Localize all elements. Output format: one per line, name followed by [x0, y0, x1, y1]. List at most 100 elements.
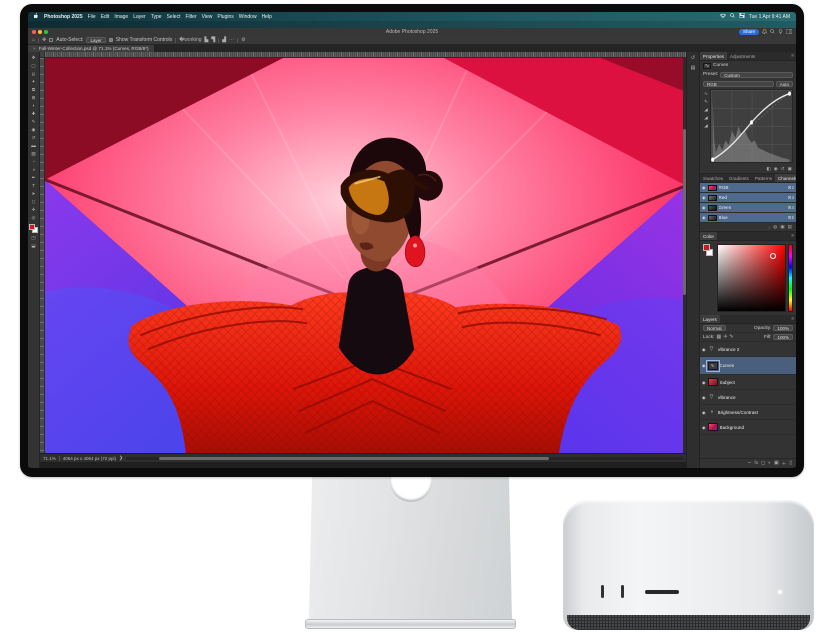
- layer-name[interactable]: Background: [720, 425, 795, 430]
- distribute-icon[interactable]: ▟: [222, 38, 226, 43]
- layer-row-curves[interactable]: ◉ ∿ Curves: [700, 357, 796, 375]
- tab-layers[interactable]: Layers: [700, 315, 720, 323]
- history-panel-icon[interactable]: ↺: [691, 55, 695, 61]
- tab-adjustments[interactable]: Adjustments: [727, 52, 758, 60]
- 3d-mode-gear-icon[interactable]: ⚙: [241, 38, 245, 43]
- menu-item-type[interactable]: Type: [151, 14, 162, 20]
- clip-to-layer-icon[interactable]: ◧: [766, 166, 770, 172]
- add-mask-icon[interactable]: ◻: [761, 461, 765, 466]
- tab-gradients[interactable]: Gradients: [726, 174, 752, 182]
- share-button[interactable]: Share: [739, 29, 759, 35]
- brush-tool[interactable]: ✎: [29, 118, 39, 125]
- pen-tool[interactable]: ✒: [29, 174, 39, 181]
- auto-button[interactable]: Auto: [776, 81, 793, 87]
- layer-name[interactable]: Subject: [720, 380, 795, 385]
- crop-tool[interactable]: ⧉: [29, 86, 39, 93]
- blur-tool[interactable]: ◔: [29, 158, 39, 165]
- curves-layer-thumbnail[interactable]: ∿: [708, 362, 718, 370]
- hue-slider[interactable]: [788, 244, 793, 312]
- reset-adjustment-icon[interactable]: ↺: [781, 166, 785, 172]
- auto-select-checkbox[interactable]: [49, 38, 53, 42]
- channel-row-green[interactable]: ◉ Green ⌘4: [700, 203, 796, 213]
- lock-paint-icon[interactable]: ✎: [729, 335, 733, 340]
- document-tab[interactable]: × Fall-Winter-Collection.psd @ 71.1% (Cu…: [28, 45, 155, 52]
- lasso-tool[interactable]: ϱ: [29, 70, 39, 77]
- curve-point-tool-icon[interactable]: ∿: [704, 91, 708, 97]
- tab-channels[interactable]: Channels: [775, 174, 796, 182]
- frame-tool[interactable]: ⊞: [29, 94, 39, 101]
- horizontal-scrollbar[interactable]: [126, 457, 683, 460]
- delete-channel-icon[interactable]: ▤: [788, 224, 792, 230]
- tab-properties[interactable]: Properties: [700, 52, 727, 60]
- control-center-icon[interactable]: [739, 13, 745, 20]
- gray-point-eyedropper-icon[interactable]: ◢: [704, 115, 707, 121]
- dodge-tool[interactable]: ◑: [29, 166, 39, 173]
- home-icon[interactable]: ⌂: [32, 38, 35, 43]
- menu-item-view[interactable]: View: [202, 14, 213, 20]
- visibility-eye-icon[interactable]: ◉: [702, 425, 706, 430]
- visibility-eye-icon[interactable]: ◉: [702, 363, 706, 368]
- menu-item-image[interactable]: Image: [114, 14, 128, 20]
- menu-item-help[interactable]: Help: [262, 14, 272, 20]
- tab-swatches[interactable]: Swatches: [700, 174, 726, 182]
- wifi-icon[interactable]: [720, 13, 726, 20]
- notifications-bell-icon[interactable]: [762, 29, 767, 36]
- layer-thumbnail[interactable]: [708, 378, 718, 386]
- saturation-square[interactable]: [717, 244, 786, 312]
- screen-mode-icon[interactable]: ⬓: [29, 242, 39, 249]
- save-selection-icon[interactable]: ◍: [773, 224, 777, 230]
- layer-name[interactable]: Vibrance: [718, 395, 795, 400]
- layer-row-background[interactable]: ◉ Background: [700, 420, 796, 435]
- zoom-tool[interactable]: ◎: [29, 214, 39, 221]
- channel-dropdown[interactable]: RGB: [703, 81, 774, 87]
- panel-menu-icon[interactable]: ≡: [789, 232, 796, 240]
- move-tool-icon[interactable]: ✥: [42, 38, 46, 43]
- menu-item-app[interactable]: Photoshop 2025: [44, 14, 83, 20]
- quick-select-tool[interactable]: ✦: [29, 78, 39, 85]
- foreground-color-swatch[interactable]: [703, 244, 710, 251]
- move-tool[interactable]: ✥: [29, 54, 39, 61]
- new-adjustment-layer-icon[interactable]: ◐: [768, 461, 771, 466]
- layer-name[interactable]: Brightness/Contrast: [718, 410, 795, 415]
- link-layers-icon[interactable]: ∽: [747, 461, 751, 466]
- visibility-eye-icon[interactable]: ◉: [702, 215, 706, 220]
- visibility-eye-icon[interactable]: ◉: [702, 195, 706, 200]
- canvas-image[interactable]: [45, 58, 686, 453]
- align-left-icon[interactable]: �working: [179, 38, 201, 43]
- layer-row-subject[interactable]: ◉ Subject: [700, 375, 796, 390]
- menu-item-layer[interactable]: Layer: [133, 14, 146, 20]
- color-picker-ring[interactable]: [770, 253, 776, 259]
- channel-row-rgb[interactable]: ◉ RGB ⌘2: [700, 183, 796, 193]
- discover-lightbulb-icon[interactable]: [778, 29, 783, 36]
- channel-row-blue[interactable]: ◉ Blue ⌘5: [700, 213, 796, 223]
- new-layer-icon[interactable]: ＋: [782, 460, 787, 467]
- zoom-level-field[interactable]: 71.1%: [43, 456, 56, 461]
- layer-thumbnail[interactable]: [708, 423, 718, 431]
- menu-bar-clock[interactable]: Tue 1 Apr 9:41 AM: [749, 14, 790, 20]
- delete-adjustment-icon[interactable]: ▣: [788, 166, 792, 172]
- delete-layer-icon[interactable]: ▯: [789, 461, 792, 466]
- opacity-dropdown[interactable]: 100%: [773, 325, 793, 331]
- panel-menu-icon[interactable]: ≡: [789, 315, 796, 323]
- quick-mask-icon[interactable]: ◳: [29, 234, 39, 241]
- zoom-window-button[interactable]: [44, 30, 48, 34]
- layer-row-vibrance[interactable]: ◉ ▽ Vibrance: [700, 390, 796, 405]
- curve-pencil-tool-icon[interactable]: ✎: [704, 99, 708, 105]
- black-point-eyedropper-icon[interactable]: ◢: [704, 107, 707, 113]
- color-swatches[interactable]: [29, 224, 38, 233]
- gradient-tool[interactable]: ▨: [29, 150, 39, 157]
- white-point-eyedropper-icon[interactable]: ◢: [704, 123, 707, 129]
- eyedropper-tool[interactable]: ◗: [29, 102, 39, 109]
- visibility-eye-icon[interactable]: ◉: [702, 410, 706, 415]
- layer-row-vibrance2[interactable]: ◉ ▽ Vibrance 2: [700, 342, 796, 357]
- history-brush-tool[interactable]: ↺: [29, 134, 39, 141]
- tab-color[interactable]: Color: [700, 232, 717, 240]
- hand-tool[interactable]: ✣: [29, 206, 39, 213]
- foreground-color-swatch[interactable]: [29, 224, 35, 230]
- fill-dropdown[interactable]: 100%: [773, 334, 793, 340]
- lock-transparent-icon[interactable]: ▦: [716, 335, 721, 340]
- align-right-icon[interactable]: ▜: [211, 38, 215, 43]
- healing-brush-tool[interactable]: ✚: [29, 110, 39, 117]
- lock-position-icon[interactable]: ✛: [723, 335, 727, 340]
- workspace-switcher-icon[interactable]: [786, 29, 792, 36]
